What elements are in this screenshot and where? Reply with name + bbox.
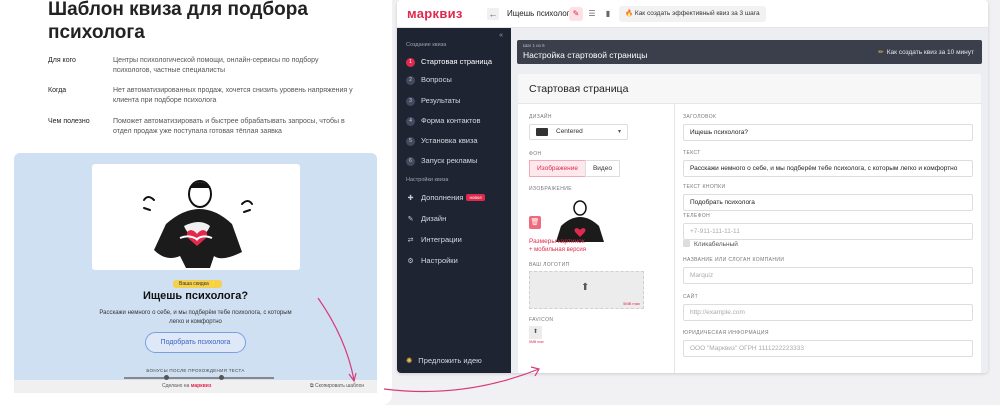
info-value: Поможет автоматизировать и быстрее обраб… [113,118,345,135]
upload-icon: ⬆ [581,282,590,293]
field-label: ТЕЛЕФОН [683,213,711,219]
preview-title: Ищешь психолога? [142,290,249,302]
edit-icon[interactable]: ✎ [569,7,583,21]
sidebar-item-addons[interactable]: ✚ Дополнения новое [406,191,506,205]
column-divider [674,104,675,373]
list-icon[interactable]: ☰ [585,7,599,21]
lightbulb-icon: ✺ [406,356,413,365]
discount-badge: Ваша скидка ⭐ [173,280,223,288]
sidebar-section-create: Создание квиза [406,42,447,48]
copy-icon: ⧉ [310,383,314,389]
logo-upload[interactable]: ⬆ 5MB max [529,271,644,309]
field-label: ТЕКСТ КНОПКИ [683,184,726,190]
info-key: Когда [48,87,67,94]
start-page-panel: Стартовая страница ДИЗАЙН Centered ▾ ФОН… [518,74,981,373]
chevron-down-icon: ▾ [617,129,621,135]
quiz-editor-window: марквиз ← Ищешь психолога? ✎ ☰ ▮ 🔥 Как с… [397,0,988,373]
bg-video-option[interactable]: Видео [584,160,620,177]
field-label: ЗАГОЛОВОК [683,114,717,120]
info-key: Для кого [48,57,76,64]
design-label: ДИЗАЙН [529,114,552,120]
sidebar-item-settings[interactable]: ⚙ Настройки [406,254,506,268]
puzzle-icon: ✚ [407,195,414,202]
layout-swatch-icon [536,128,548,136]
logo-size-limit: 5MB max [623,301,640,306]
howto-link[interactable]: 🔥 Как создать эффективный квиз за 3 шага [619,6,766,22]
marquiz-logo[interactable]: марквиз [407,6,463,21]
template-description-panel: Шаблон квиза для подбора психолога Для к… [0,0,392,405]
field-label: ТЕКСТ [683,150,701,156]
suggest-idea-link[interactable]: ✺ Предложить идею [406,356,482,365]
gear-icon: ⚙ [407,258,414,265]
step-header: Шаг 1 из 6 Настройка стартовой страницы … [517,40,982,64]
preview-footer: Сделано на марквиз ⧉ Скопировать шаблон [14,380,377,393]
title-input[interactable]: Ищешь психолога? [683,124,973,141]
sidebar-section-settings: Настройки квиза [406,177,449,183]
made-on-label: Сделано на марквиз [162,383,212,389]
preview-text: Расскажи немного о себе, и мы подберём т… [99,310,292,325]
sidebar-item-questions[interactable]: 2 Вопросы [406,73,506,87]
info-key: Чем полезно [48,118,90,125]
button-text-input[interactable]: Подобрать психолога [683,194,973,211]
step-title: Настройка стартовой страницы [523,50,648,60]
background-label: ФОН [529,151,542,157]
integrations-icon: ⇄ [407,237,414,244]
sidebar-item-integrations[interactable]: ⇄ Интеграции [406,233,506,247]
sidebar-item-design[interactable]: ✎ Дизайн [406,212,506,226]
step-counter: Шаг 1 из 6 [523,43,545,48]
image-label: ИЗОБРАЖЕНИЕ [529,186,572,192]
preview-image-card [92,164,300,270]
fire-icon: 🔥 [625,10,634,17]
screenshot-root: Шаблон квиза для подбора психолога Для к… [0,0,1000,405]
back-arrow-icon[interactable]: ← [487,8,499,20]
legal-info-input[interactable]: ООО "Марквиз" ОГРН 1111222223333 [683,340,973,357]
design-select[interactable]: Centered ▾ [529,124,628,140]
brush-icon: ✎ [407,216,414,223]
bonus-caption: БОНУСЫ ПОСЛЕ ПРОХОЖДЕНИЯ ТЕСТА [146,368,245,373]
logo-label: ВАШ ЛОГОТИП [529,262,570,268]
find-psychologist-button[interactable]: Подобрать психолога [145,332,246,353]
stats-icon[interactable]: ▮ [601,7,615,21]
checkbox-box[interactable] [683,240,690,247]
pencil-icon: ✏ [878,49,884,56]
phone-input[interactable]: +7-911-111-11-11 [683,223,973,240]
background-toggle: Изображение Видео [529,160,620,177]
field-label: САЙТ [683,294,699,300]
favicon-size-limit: 5MB max [529,340,544,344]
panel-title: Стартовая страница [518,74,981,104]
psychologist-illustration [143,180,253,268]
sidebar-item-install[interactable]: 5 Установка квиза [406,134,506,148]
info-value: Центры психологической помощи, онлайн-се… [113,57,319,74]
howto-10min-link[interactable]: ✏ Как создать квиз за 10 минут [878,48,974,56]
sidebar-item-contact-form[interactable]: 4 Форма контактов [406,114,506,128]
info-value: Нет автоматизированных продаж, хочется с… [113,87,353,104]
company-slogan-input[interactable]: Marquiz [683,267,973,284]
sidebar: « Создание квиза 1 Стартовая страница 2 Во… [397,28,511,373]
page-title: Шаблон квиза для подбора психолога [48,0,308,43]
favicon-upload-icon[interactable]: ⬆ [529,326,542,339]
sidebar-item-results[interactable]: 3 Результаты [406,94,506,108]
favicon-label: FAVICON [529,317,554,323]
top-bar: марквиз ← Ищешь психолога? ✎ ☰ ▮ 🔥 Как с… [397,0,988,28]
sidebar-item-ads[interactable]: 6 Запуск рекламы [406,154,506,168]
text-input[interactable]: Расскажи немного о себе, и мы подберём т… [683,160,973,177]
collapse-icon[interactable]: « [499,32,503,39]
website-input[interactable]: http://example.com [683,304,973,321]
field-label: ЮРИДИЧЕСКАЯ ИНФОРМАЦИЯ [683,330,769,336]
image-sizes-link[interactable]: Размеры картинок + мобильная версия [529,237,586,255]
copy-template-button[interactable]: ⧉ Скопировать шаблон [310,383,364,389]
main-content: Шаг 1 из 6 Настройка стартовой страницы … [511,28,988,373]
field-label: НАЗВАНИЕ ИЛИ СЛОГАН КОМПАНИИ [683,257,785,263]
new-badge: новое [466,194,485,201]
bg-image-option[interactable]: Изображение [529,160,586,177]
clickable-checkbox[interactable]: Кликабельный [683,240,738,248]
bonus-slider [124,375,274,380]
sidebar-item-start-page[interactable]: 1 Стартовая страница [406,55,506,69]
quiz-preview: Ваша скидка ⭐ Ищешь психолога? Расскажи … [14,153,377,393]
trash-icon[interactable]: 🗑 [529,216,541,229]
quiz-name[interactable]: Ищешь психолога? [507,9,578,18]
